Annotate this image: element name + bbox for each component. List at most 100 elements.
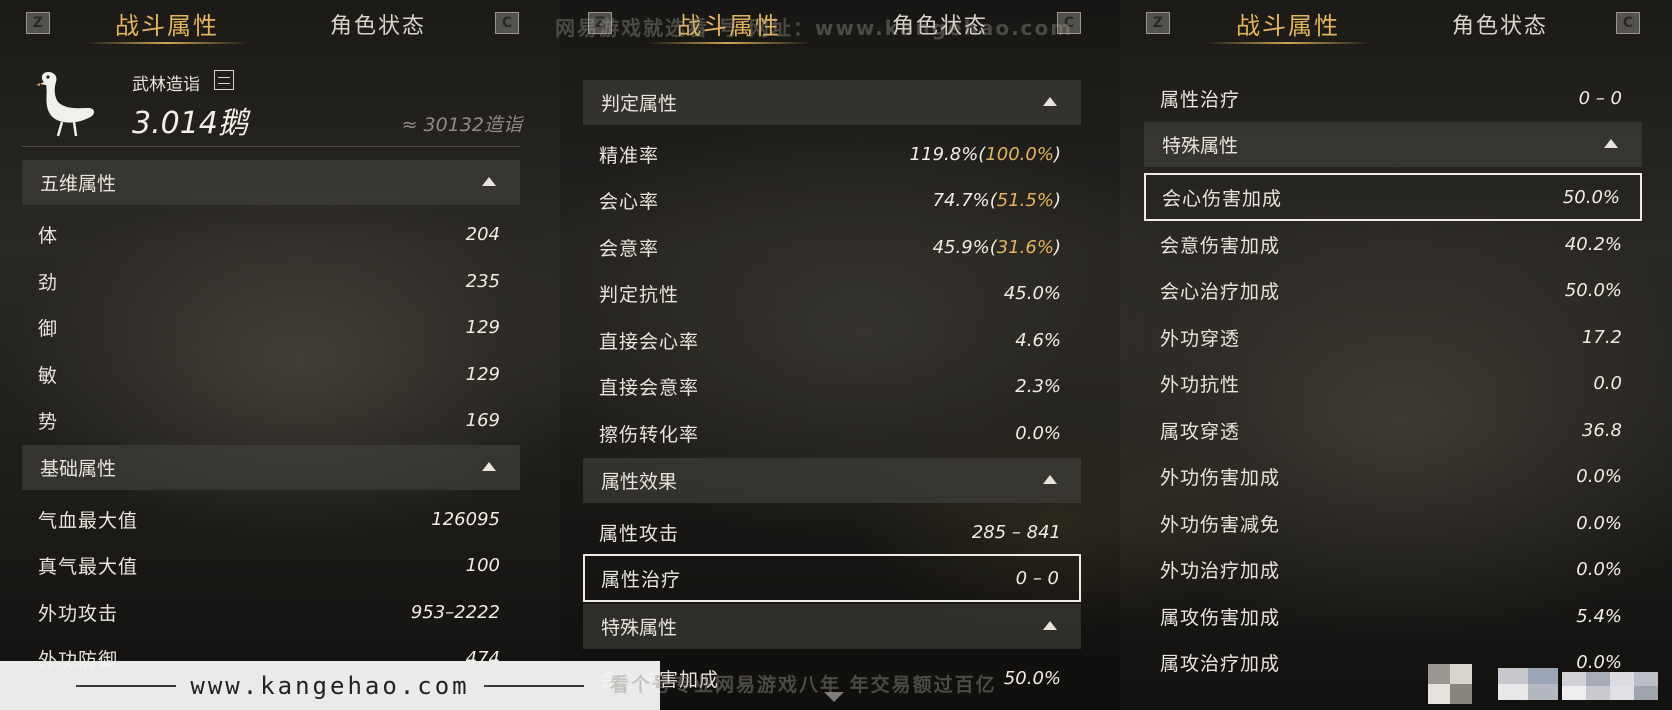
stat-value-highlight: 31.6% xyxy=(996,236,1054,258)
section-judgement-attributes[interactable]: 判定属性 xyxy=(583,80,1081,125)
stat-row: 外功抗性 0.0 xyxy=(1144,361,1642,405)
stat-label: 会心治疗加成 xyxy=(1160,280,1281,303)
stat-value: 0.0 xyxy=(1593,372,1622,394)
collapse-caret-icon[interactable] xyxy=(1043,621,1057,630)
stat-label: 属攻伤害加成 xyxy=(1160,606,1281,629)
stat-row: 直接会意率 2.3% xyxy=(583,364,1081,408)
stat-value: 0.0% xyxy=(1576,558,1622,580)
stat-value: 0.0% xyxy=(1015,422,1061,444)
stat-value: 100 xyxy=(465,554,500,576)
stat-row: 属性攻击 285 – 841 xyxy=(583,510,1081,554)
stat-row: 会心治疗加成 50.0% xyxy=(1144,268,1642,312)
panel-right: Z 战斗属性 角色状态 C 属性治疗 0 – 0 特殊属性 会心伤害加成 50.0%… xyxy=(1120,0,1672,710)
stat-label: 劲 xyxy=(38,271,59,294)
section-title: 基础属性 xyxy=(40,458,117,480)
stat-label: 真气最大值 xyxy=(38,555,139,578)
toggle-icon[interactable] xyxy=(214,70,234,90)
attainment-approx: ≈ 30132造诣 xyxy=(401,114,522,136)
section-five-dimensions[interactable]: 五维属性 xyxy=(22,160,520,205)
collapse-caret-icon[interactable] xyxy=(1043,97,1057,106)
stat-value: 50.0% xyxy=(1564,279,1622,301)
stat-value: 126095 xyxy=(431,508,500,530)
stat-value: 2.3% xyxy=(1015,375,1061,397)
collapse-caret-icon[interactable] xyxy=(1604,139,1618,148)
stat-value: 0.0% xyxy=(1576,465,1622,487)
stat-row: 外功攻击 953–2222 xyxy=(22,590,520,634)
collapse-caret-icon[interactable] xyxy=(482,462,496,471)
martial-attainment-label: 武林造诣 xyxy=(132,75,200,95)
stat-label: 会心伤害加成 xyxy=(1162,187,1283,210)
banner-line xyxy=(76,684,177,687)
stat-row: 体 204 xyxy=(22,212,520,256)
collapse-caret-icon[interactable] xyxy=(482,177,496,186)
scroll-down-arrow-icon[interactable] xyxy=(824,692,844,702)
stat-value: 4.6% xyxy=(1015,329,1061,351)
stat-value: 204 xyxy=(465,223,500,245)
watermark-banner: www.kangehao.com xyxy=(0,661,660,710)
stat-label: 属性治疗 xyxy=(1160,88,1241,111)
stat-value: 235 xyxy=(465,270,500,292)
stat-label: 势 xyxy=(38,410,59,433)
stat-value: 953–2222 xyxy=(410,601,500,623)
panel-left: Z 战斗属性 角色状态 C 武林造诣 3.014鹅 ≈ 30132造诣 五维属性… xyxy=(0,0,560,710)
tab-character-status[interactable]: 角色状态 xyxy=(330,8,426,40)
stat-value: 169 xyxy=(465,409,500,431)
watermark-url: www.kangehao.com xyxy=(190,671,470,700)
stat-label: 精准率 xyxy=(599,144,660,167)
stat-label: 气血最大值 xyxy=(38,509,139,532)
stat-value: 40.2% xyxy=(1564,233,1622,255)
stat-value-main: 74.7%( xyxy=(932,189,997,211)
section-title: 特殊属性 xyxy=(1162,135,1239,157)
stat-row: 属性治疗 0 – 0 xyxy=(1144,76,1642,120)
section-basic-attributes[interactable]: 基础属性 xyxy=(22,445,520,490)
stat-value-highlight: 51.5% xyxy=(996,189,1054,211)
stat-label: 会意率 xyxy=(599,237,660,260)
stat-label: 属性治疗 xyxy=(601,568,682,591)
stat-value: 0 – 0 xyxy=(1015,567,1059,589)
hotkey-z-badge[interactable]: Z xyxy=(26,12,50,34)
stat-value-suffix: ) xyxy=(1053,236,1061,258)
section-special-attributes[interactable]: 特殊属性 xyxy=(1144,122,1642,167)
watermark-slogan: 看个号专业网易游戏八年 年交易额过百亿 xyxy=(610,674,997,696)
section-attribute-effects[interactable]: 属性效果 xyxy=(583,458,1081,503)
hotkey-z-badge[interactable]: Z xyxy=(1146,12,1170,34)
stat-value: 0 – 0 xyxy=(1578,87,1622,109)
stat-label: 外功抗性 xyxy=(1160,373,1241,396)
stat-label: 御 xyxy=(38,317,59,340)
stat-value-main: 119.8%( xyxy=(909,143,986,165)
stat-label: 擦伤转化率 xyxy=(599,423,700,446)
stat-row: 判定抗性 45.0% xyxy=(583,271,1081,315)
tab-character-status[interactable]: 角色状态 xyxy=(1452,8,1548,40)
collapse-caret-icon[interactable] xyxy=(1043,475,1057,484)
stat-label: 直接会意率 xyxy=(599,376,700,399)
tab-combat-attributes[interactable]: 战斗属性 xyxy=(1206,6,1370,44)
stat-label: 直接会心率 xyxy=(599,330,700,353)
stat-row: 外功伤害减免 0.0% xyxy=(1144,501,1642,545)
tab-bar: Z 战斗属性 角色状态 C xyxy=(1120,0,1672,44)
stat-value-suffix: ) xyxy=(1053,189,1061,211)
stat-row-selected[interactable]: 属性治疗 0 – 0 xyxy=(583,554,1081,602)
hotkey-c-badge[interactable]: C xyxy=(495,12,519,34)
panel-middle: Z 战斗属性 角色状态 C 判定属性 精准率 119.8%(100.0%) 会心率… xyxy=(560,0,1120,710)
section-special-attributes[interactable]: 特殊属性 xyxy=(583,604,1081,649)
stat-label: 外功治疗加成 xyxy=(1160,559,1281,582)
section-title: 特殊属性 xyxy=(601,617,678,639)
stat-value: 17.2 xyxy=(1581,326,1622,348)
hotkey-c-badge[interactable]: C xyxy=(1616,12,1640,34)
stat-row-selected[interactable]: 会心伤害加成 50.0% xyxy=(1144,173,1642,221)
divider xyxy=(22,146,520,147)
stat-value: 5.4% xyxy=(1576,605,1622,627)
stat-value: 129 xyxy=(465,316,500,338)
banner-line xyxy=(483,684,584,687)
stat-row: 直接会心率 4.6% xyxy=(583,318,1081,362)
stat-row: 外功穿透 17.2 xyxy=(1144,315,1642,359)
tab-combat-attributes[interactable]: 战斗属性 xyxy=(85,6,249,44)
stat-row: 属攻伤害加成 5.4% xyxy=(1144,594,1642,638)
stat-row: 精准率 119.8%(100.0%) xyxy=(583,132,1081,176)
stat-value: 285 – 841 xyxy=(971,521,1061,543)
stat-row: 会意率 45.9%(31.6%) xyxy=(583,225,1081,269)
stat-row: 外功伤害加成 0.0% xyxy=(1144,454,1642,498)
stat-value: 36.8 xyxy=(1581,419,1622,441)
stat-label: 属攻治疗加成 xyxy=(1160,652,1281,675)
stat-value: 0.0% xyxy=(1576,512,1622,534)
